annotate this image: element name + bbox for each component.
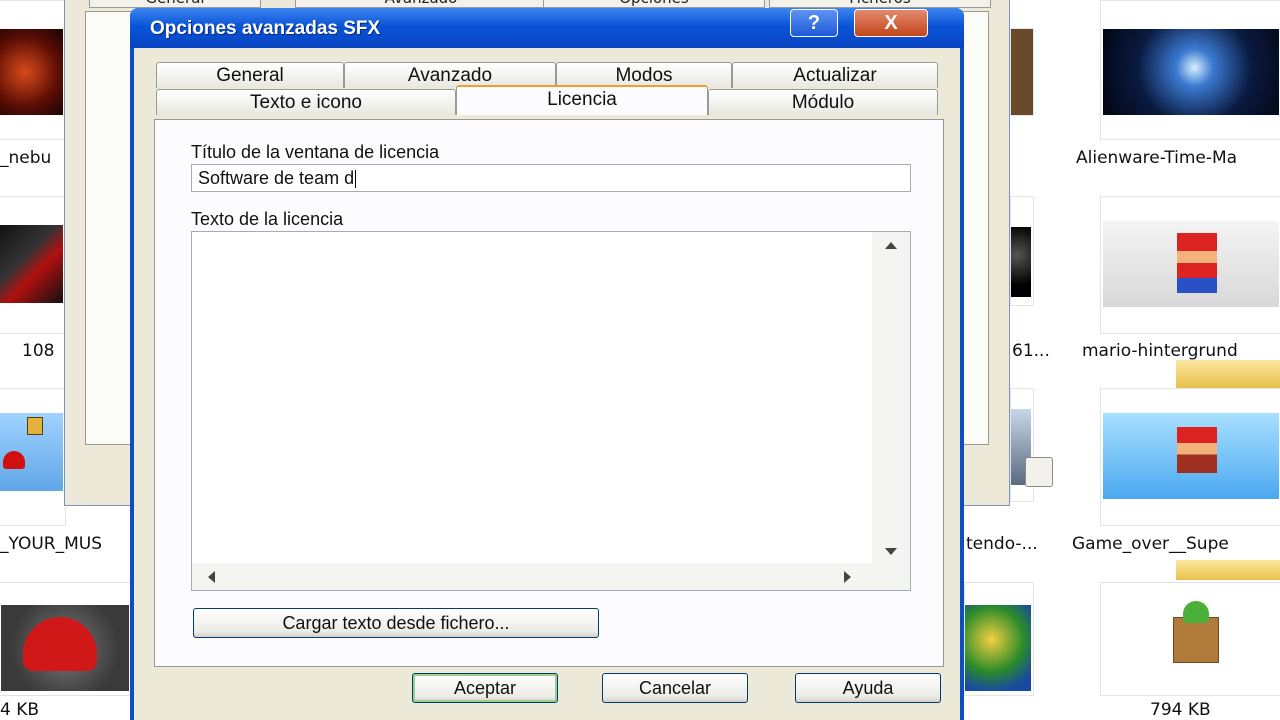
file-thumbnail[interactable] [0,388,66,526]
tab-ficheros[interactable]: Ficheros [769,0,991,8]
cancel-button[interactable]: Cancelar [602,673,748,703]
horizontal-scrollbar[interactable] [192,563,872,590]
file-thumbnail[interactable] [964,582,1034,696]
file-thumbnail[interactable] [1010,196,1034,306]
close-icon: X [884,12,898,34]
behind-button[interactable] [1025,457,1053,487]
license-text-label: Texto de la licencia [191,209,344,229]
tab-general[interactable]: General [89,0,261,8]
help-title-button[interactable]: ? [790,9,838,37]
mushroom-icon [3,451,25,469]
file-thumbnail[interactable] [1010,28,1034,116]
tab-general[interactable]: General [156,62,344,88]
ok-button[interactable]: Aceptar [412,673,558,703]
file-label[interactable]: 61... [1012,341,1050,361]
scroll-left-icon[interactable] [208,571,215,583]
tab-texto-e-icono[interactable]: Texto e icono [156,89,456,115]
help-button[interactable]: Ayuda [795,673,941,703]
text-caret [355,170,357,189]
file-size: 4 KB [0,700,40,720]
mario-sprite-icon [1177,233,1217,293]
file-label[interactable]: 108 [22,341,54,361]
license-title-label: Título de la ventana de licencia [191,142,440,162]
file-thumbnail[interactable] [1100,196,1280,334]
file-thumbnail[interactable] [1100,582,1280,696]
tab-modulo[interactable]: Módulo [708,89,938,115]
file-label[interactable]: tendo-... [966,534,1038,554]
license-title-input[interactable]: Software de team d [191,164,911,192]
file-thumbnail[interactable] [1100,388,1280,526]
scroll-down-icon[interactable] [885,548,897,555]
sfx-options-dialog: Opciones avanzadas SFX ? X General Avanz… [130,8,964,720]
thumb-image [1011,227,1031,297]
vertical-scrollbar[interactable] [872,232,910,564]
dialog-client-area: General Avanzado Modos Actualizar Texto … [134,48,960,720]
tab-opciones[interactable]: Opciones [543,0,765,8]
thumb-image [965,605,1031,691]
scrollbar-corner [872,563,910,590]
question-icon: ? [807,12,821,34]
file-size: 794 KB [1150,700,1211,720]
scroll-right-icon[interactable] [844,571,851,583]
file-label[interactable]: Game_over__Supe [1072,534,1229,554]
mushroom-icon [1183,601,1209,623]
file-thumbnail[interactable] [0,196,66,334]
sign-icon [27,417,43,435]
file-label[interactable]: _YOUR_MUS [0,534,102,554]
license-tab-panel: Título de la ventana de licencia Softwar… [154,119,944,667]
game-thumb-image [0,225,63,303]
mario-sprite-icon [1177,427,1217,473]
box-icon [1173,617,1219,663]
file-thumbnail[interactable] [0,582,134,696]
file-thumbnail [1176,360,1280,388]
dialog-title: Opciones avanzadas SFX [150,18,381,39]
scroll-up-icon[interactable] [885,242,897,249]
tab-avanzado[interactable]: Avanzado [295,0,547,8]
file-label[interactable]: Alienware-Time-Ma [1076,148,1237,168]
close-button[interactable]: X [854,9,928,37]
nebula-thumb-image [0,29,63,115]
title-bar[interactable]: Opciones avanzadas SFX ? X [130,8,964,48]
license-text-area[interactable] [191,231,911,591]
file-label[interactable]: mario-hintergrund [1082,341,1238,361]
file-thumbnail[interactable] [0,0,66,140]
tab-licencia[interactable]: Licencia [456,85,708,115]
file-label[interactable]: _nebu [0,148,51,168]
load-from-file-button[interactable]: Cargar texto desde fichero... [193,608,599,638]
license-title-value: Software de team d [198,168,355,188]
alienware-thumb-image [1103,29,1279,115]
tab-actualizar[interactable]: Actualizar [732,62,938,88]
file-thumbnail [1176,560,1280,580]
file-thumbnail[interactable] [1100,0,1280,140]
